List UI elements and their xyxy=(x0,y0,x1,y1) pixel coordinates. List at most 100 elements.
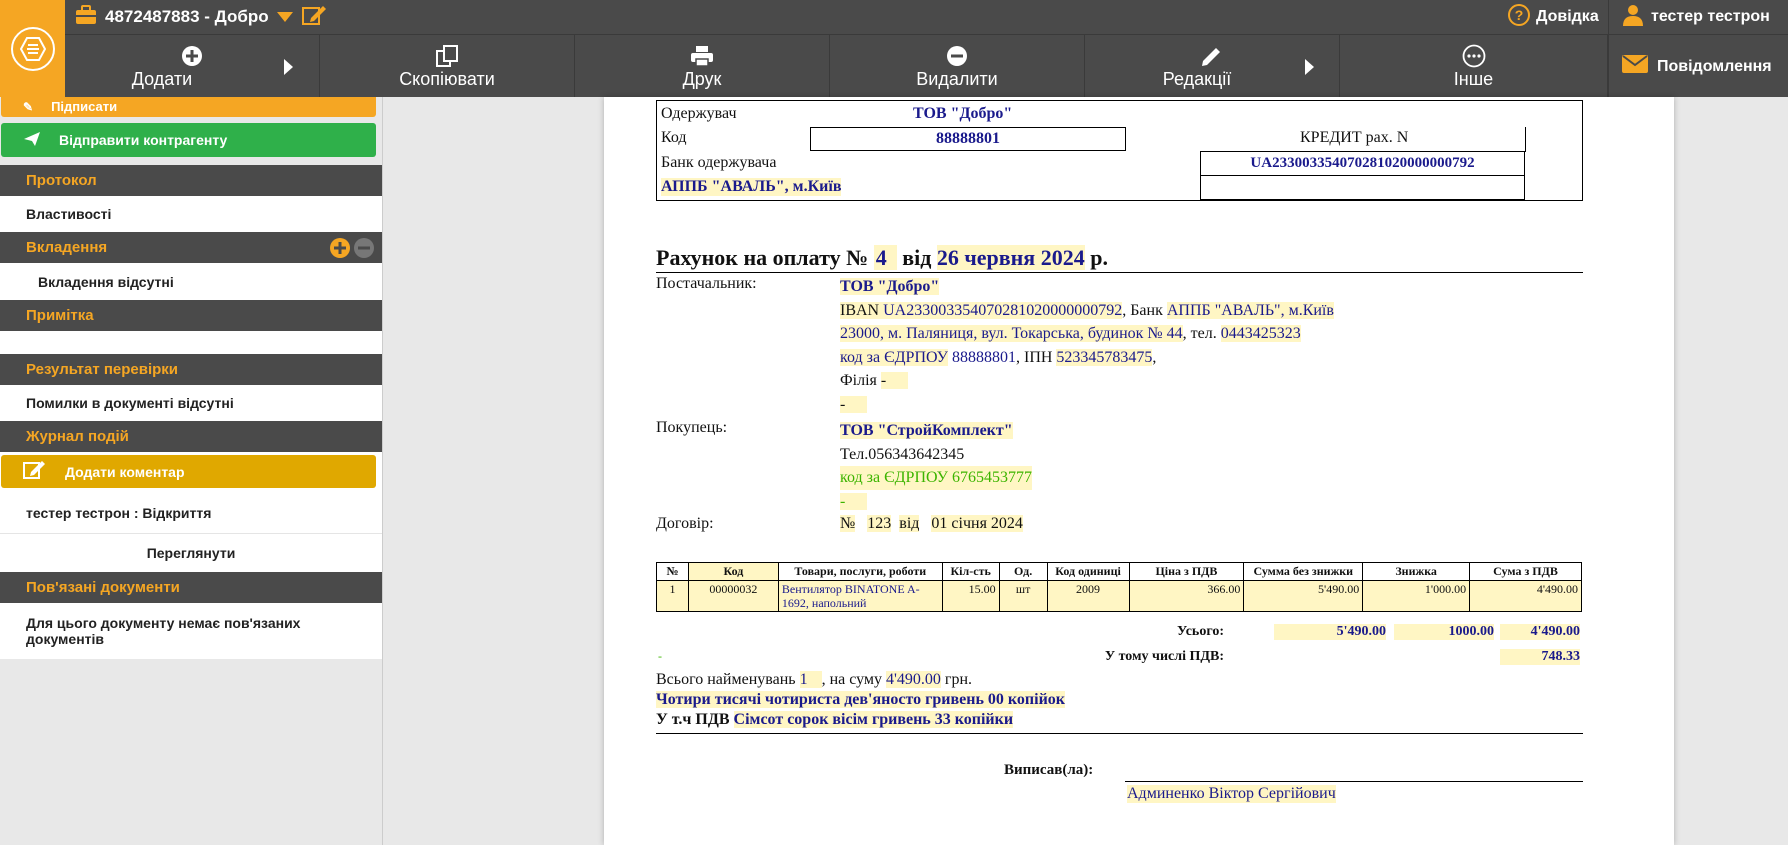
note-header[interactable]: Примітка xyxy=(0,300,382,331)
add-attachment-icon[interactable] xyxy=(330,238,350,262)
recipient-label: Одержувач xyxy=(661,105,737,122)
edit-more-arrow-icon[interactable] xyxy=(1305,59,1314,75)
contract-date: 01 січня 2024 xyxy=(931,515,1023,532)
supplier-iban-prefix: IBAN xyxy=(840,301,880,319)
user-menu[interactable]: тестер тестрон xyxy=(1608,0,1770,34)
supplier-extra: - xyxy=(840,395,868,413)
event-entry-label: тестер тестрон : Відкриття xyxy=(26,504,212,521)
print-button[interactable]: Друк xyxy=(575,35,830,98)
attachments-empty: Вкладення відсутні xyxy=(0,263,382,300)
sign-label: Підписати xyxy=(51,99,118,114)
note-body[interactable] xyxy=(0,331,382,354)
event-log-header[interactable]: Журнал подій xyxy=(0,421,382,452)
supplier-block: ТОВ "Добро" IBAN UA233003354070281020000… xyxy=(840,275,1334,416)
col-price: Ціна з ПДВ xyxy=(1128,562,1245,581)
user-name: тестер тестрон xyxy=(1651,8,1770,25)
supplier-ipn-prefix: , ІПН xyxy=(1015,348,1053,366)
table-row[interactable]: 1 00000032 Вентилятор BINATONE A-1692, н… xyxy=(656,580,1582,612)
edit-label: Редакції xyxy=(1162,69,1232,89)
total-sum: 4'490.00 xyxy=(1500,624,1580,640)
row-qty: 15.00 xyxy=(941,580,1000,612)
total-label: Усього: xyxy=(1176,624,1224,639)
code-label: Код xyxy=(661,129,687,146)
supplier-ipn-post: , xyxy=(1152,348,1157,366)
sign-pencil-icon: ✎ xyxy=(23,100,34,114)
plane-icon xyxy=(23,131,41,150)
question-icon: ? xyxy=(1508,3,1530,31)
related-docs-empty-label: Для цього документу немає пов'язаних док… xyxy=(26,615,301,647)
branch-value: - xyxy=(880,372,909,389)
items-count-line: Всього найменувань 1, на суму 4'490.00 г… xyxy=(656,671,972,689)
row-unit-code: 2009 xyxy=(1046,580,1130,612)
delete-button[interactable]: Видалити xyxy=(830,35,1085,98)
total-discount: 1000.00 xyxy=(1394,624,1494,640)
menu-hexagon-icon xyxy=(10,26,55,71)
vat-words-prefix: У т.ч ПДВ xyxy=(656,711,730,728)
add-comment-label: Додати коментар xyxy=(65,463,185,480)
check-result-label: Помилки в документі відсутні xyxy=(26,395,234,411)
attachments-empty-label: Вкладення відсутні xyxy=(38,273,174,290)
check-result-title: Результат перевірки xyxy=(26,361,179,378)
attachments-header[interactable]: Вкладення xyxy=(0,232,382,263)
row-number: 1 xyxy=(656,580,689,612)
protocol-header[interactable]: Протокол xyxy=(0,165,382,196)
properties-label: Властивості xyxy=(26,206,112,222)
vat-label: У тому числі ПДВ: xyxy=(1104,649,1224,664)
supplier-name: ТОВ "Добро" xyxy=(840,278,940,295)
add-comment-button[interactable]: Додати коментар xyxy=(1,455,376,488)
chevron-down-icon[interactable] xyxy=(276,7,293,27)
printer-icon xyxy=(690,43,714,69)
app-logo[interactable] xyxy=(0,0,65,97)
contract-from: від xyxy=(899,515,920,532)
amount-in-words: Чотири тисячі чотириста дев'яносто гриве… xyxy=(656,691,1066,709)
copy-button[interactable]: Скопіювати xyxy=(320,35,575,98)
col-unit: Од. xyxy=(998,562,1048,581)
help-link[interactable]: ? Довідка xyxy=(1508,0,1599,34)
more-dots-icon xyxy=(1462,43,1486,69)
row-sum-no-discount: 5'490.00 xyxy=(1243,580,1364,612)
supplier-edrpou: 88888801 xyxy=(951,348,1016,366)
count-prefix: Всього найменувань xyxy=(656,671,796,688)
view-link[interactable]: Переглянути xyxy=(0,534,382,572)
copy-label: Скопіювати xyxy=(399,69,495,89)
copy-icon xyxy=(435,43,459,69)
edit-title-icon[interactable] xyxy=(301,4,327,31)
messages-button[interactable]: Повідомлення xyxy=(1608,35,1788,98)
user-icon xyxy=(1623,4,1643,31)
document-viewer[interactable]: Одержувач ТОВ "Добро" Код 88888801 КРЕДИ… xyxy=(384,97,1788,845)
row-code: 00000032 xyxy=(687,580,779,612)
col-sum: Сума з ПДВ xyxy=(1469,562,1582,581)
invoice-title: Рахунок на оплату № 4 від 26 червня 2024… xyxy=(656,245,1108,271)
code-box: 88888801 xyxy=(810,127,1126,151)
plus-circle-icon xyxy=(181,43,203,69)
document-title[interactable]: 4872487883 - Добро xyxy=(75,0,327,34)
svg-text:?: ? xyxy=(1515,7,1524,23)
add-button[interactable]: Додати xyxy=(65,35,320,98)
buyer-extra: - xyxy=(840,492,868,510)
help-label: Довідка xyxy=(1536,8,1599,25)
col-code: Код xyxy=(687,562,779,581)
properties-link[interactable]: Властивості xyxy=(0,196,382,232)
col-goods: Товари, послуги, роботи xyxy=(777,562,943,581)
remove-attachment-icon[interactable] xyxy=(354,238,374,262)
add-more-arrow-icon[interactable] xyxy=(284,59,293,75)
edit-button[interactable]: Редакції xyxy=(1085,35,1340,98)
contract-number: 123 xyxy=(867,515,892,532)
check-result-header[interactable]: Результат перевірки xyxy=(0,354,382,385)
buyer-tel: Тел.056343642345 xyxy=(840,445,965,463)
items-count: 1 xyxy=(799,671,822,688)
buyer-edrpou: 6765453777 xyxy=(951,469,1032,486)
send-to-counterparty-button[interactable]: Відправити контрагенту xyxy=(1,123,376,157)
buyer-block: ТОВ "СтройКомплект" Тел.056343642345 код… xyxy=(840,419,1032,513)
count-mid: , на суму xyxy=(821,671,883,688)
view-label: Переглянути xyxy=(146,545,236,561)
supplier-tel-prefix: , тел. xyxy=(1182,325,1217,342)
top-bar: 4872487883 - Добро ? Довідка тестер тест… xyxy=(0,0,1788,34)
supplier-ipn: 523345783475 xyxy=(1056,348,1153,366)
supplier-label: Постачальник: xyxy=(656,275,757,292)
iban-value: UA233003354070281020000000792 xyxy=(1250,155,1475,171)
related-docs-header[interactable]: Пов'язані документи xyxy=(0,572,382,603)
related-docs-title: Пов'язані документи xyxy=(26,579,180,596)
sign-button[interactable]: ✎ Підписати xyxy=(1,97,376,117)
other-button[interactable]: Інше xyxy=(1340,35,1608,98)
